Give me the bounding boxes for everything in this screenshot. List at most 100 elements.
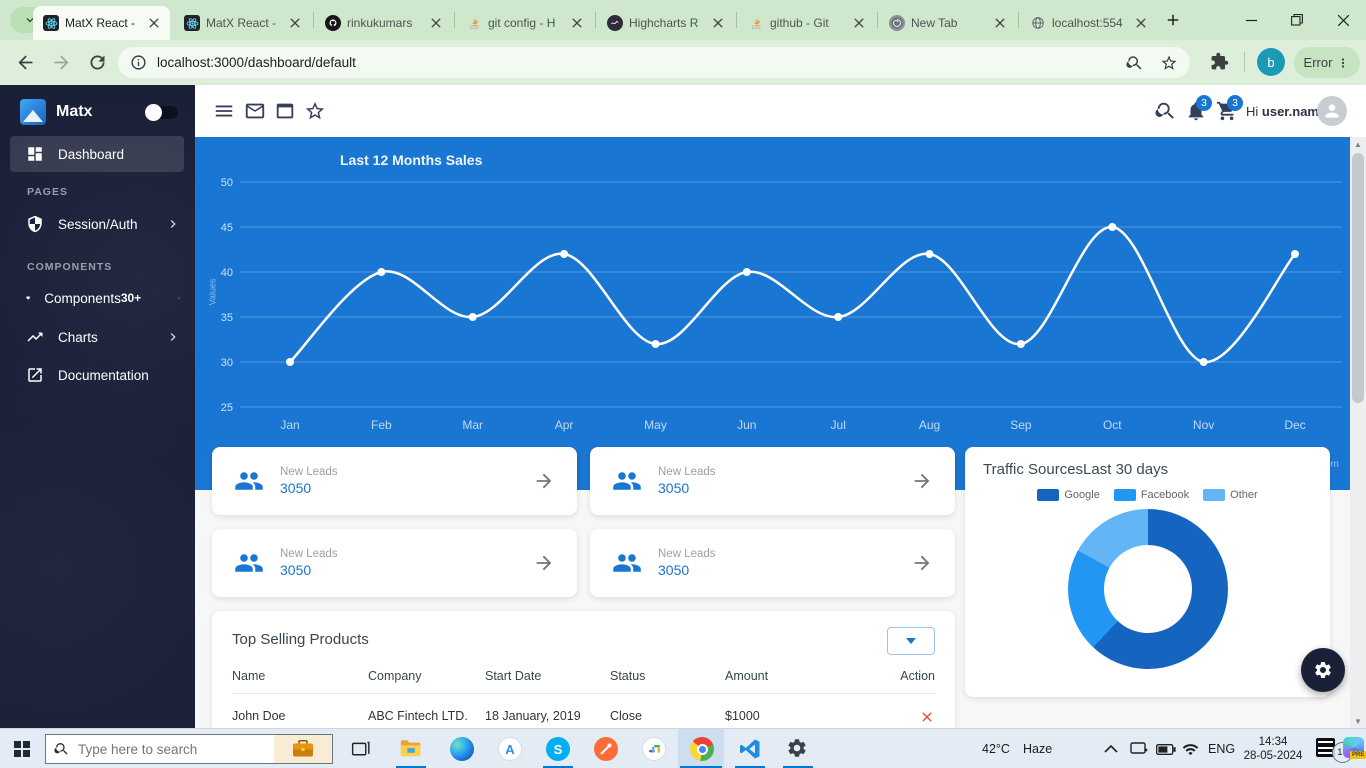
svg-text:Apr: Apr xyxy=(555,418,574,432)
browser-tab-git-config[interactable]: git config - H xyxy=(456,6,593,40)
profile-button[interactable]: Error xyxy=(1294,47,1360,78)
tray-chevron-icon[interactable] xyxy=(1104,744,1118,753)
greeting-text: Hi user.name xyxy=(1246,104,1326,119)
scrollbar-thumb[interactable] xyxy=(1352,153,1364,403)
svg-text:Feb: Feb xyxy=(371,418,392,432)
browser-tab-github-git[interactable]: github - Git xyxy=(738,6,875,40)
sidebar-item-documentation[interactable]: Documentation xyxy=(0,357,195,393)
edge-icon[interactable] xyxy=(450,737,474,761)
tab-separator xyxy=(595,12,596,28)
tab-close-icon[interactable] xyxy=(146,15,162,31)
browser-tab-matx-2[interactable]: MatX React - xyxy=(174,6,311,40)
forward-button[interactable] xyxy=(51,52,72,73)
site-info-icon[interactable] xyxy=(130,54,147,71)
browser-tab-github-profile[interactable]: rinkukumars xyxy=(315,6,452,40)
app-store-icon[interactable]: A xyxy=(498,737,522,761)
search-icon[interactable] xyxy=(1155,100,1177,122)
sidebar-item-components[interactable]: Components 30+ xyxy=(0,280,195,316)
stat-card-new-leads-4[interactable]: New Leads3050 xyxy=(590,529,955,597)
window-icon[interactable] xyxy=(274,100,296,122)
star-icon[interactable] xyxy=(304,100,326,122)
arrow-forward-icon[interactable] xyxy=(533,552,555,574)
briefcase-slot[interactable] xyxy=(274,735,332,763)
scroll-up-arrow[interactable]: ▲ xyxy=(1350,137,1366,151)
tab-close-icon[interactable] xyxy=(428,15,444,31)
highcharts-favicon xyxy=(607,15,623,31)
zoom-icon[interactable] xyxy=(1126,54,1144,72)
mail-icon[interactable] xyxy=(244,100,266,122)
stat-card-new-leads-3[interactable]: New Leads3050 xyxy=(212,529,577,597)
start-button[interactable] xyxy=(14,741,30,757)
slack-icon[interactable] xyxy=(642,737,666,761)
react-favicon xyxy=(43,15,59,31)
stat-label: New Leads xyxy=(280,548,533,560)
tab-close-icon[interactable] xyxy=(851,15,867,31)
new-tab-button[interactable] xyxy=(1164,11,1182,29)
tab-close-icon[interactable] xyxy=(710,15,726,31)
back-button[interactable] xyxy=(15,52,36,73)
taskbar-search-input[interactable] xyxy=(78,742,274,757)
arrow-forward-icon[interactable] xyxy=(911,552,933,574)
taskbar-clock[interactable]: 14:34 28-05-2024 xyxy=(1236,735,1310,763)
svg-text:50: 50 xyxy=(221,177,233,189)
y-axis-label: Values xyxy=(207,279,217,306)
minimize-button[interactable] xyxy=(1228,0,1274,40)
address-bar[interactable]: localhost:3000/dashboard/default xyxy=(118,47,1190,78)
sidebar-item-label: Session/Auth xyxy=(58,217,139,232)
tab-separator xyxy=(454,12,455,28)
battery-icon[interactable] xyxy=(1156,744,1176,755)
table-header-row: Name Company Start Date Status Amount Ac… xyxy=(232,669,935,683)
tab-close-icon[interactable] xyxy=(287,15,303,31)
screen: MatX React - MatX React - rinkukumars gi… xyxy=(0,0,1366,768)
browser-menu-icon[interactable] xyxy=(1336,56,1350,70)
scroll-down-arrow[interactable]: ▼ xyxy=(1350,714,1366,728)
svg-text:Mar: Mar xyxy=(462,418,483,432)
weather-condition-text[interactable]: Haze xyxy=(1023,742,1052,756)
restore-button[interactable] xyxy=(1274,0,1320,40)
reload-button[interactable] xyxy=(87,52,108,73)
sidebar-item-label: Charts xyxy=(58,330,139,345)
tab-close-icon[interactable] xyxy=(1133,15,1149,31)
github-favicon xyxy=(325,15,341,31)
settings-icon[interactable] xyxy=(786,737,810,761)
tab-close-icon[interactable] xyxy=(992,15,1008,31)
language-indicator[interactable]: ENG xyxy=(1208,742,1235,756)
wifi-icon[interactable] xyxy=(1182,741,1199,758)
tray-device-icon[interactable] xyxy=(1130,742,1148,756)
user-avatar[interactable] xyxy=(1317,96,1347,126)
browser-tab-highcharts[interactable]: Highcharts R xyxy=(597,6,734,40)
bookmark-icon[interactable] xyxy=(1160,54,1178,72)
arrow-forward-icon[interactable] xyxy=(533,470,555,492)
sidebar-item-dashboard[interactable]: Dashboard xyxy=(10,136,184,172)
new-tab-favicon xyxy=(889,15,905,31)
skype-icon[interactable]: S xyxy=(546,737,570,761)
taskbar-search-box[interactable] xyxy=(45,734,333,764)
menu-icon[interactable] xyxy=(213,100,235,122)
browser-tab-new-tab[interactable]: New Tab xyxy=(879,6,1016,40)
extensions-icon[interactable] xyxy=(1210,52,1229,71)
close-window-button[interactable] xyxy=(1320,0,1366,40)
sidebar-item-charts[interactable]: Charts xyxy=(0,319,195,355)
legend-swatch xyxy=(1203,489,1225,501)
task-view-icon[interactable] xyxy=(350,739,371,760)
table-filter-dropdown[interactable] xyxy=(887,627,935,655)
stat-card-new-leads-2[interactable]: New Leads3050 xyxy=(590,447,955,515)
settings-fab[interactable] xyxy=(1301,648,1345,692)
page-scrollbar[interactable]: ▲ ▼ xyxy=(1350,137,1366,728)
sidebar-toggle-switch[interactable] xyxy=(148,106,178,119)
browser-tab-localhost[interactable]: localhost:554 xyxy=(1020,6,1157,40)
postman-icon[interactable] xyxy=(594,737,618,761)
delete-row-icon[interactable] xyxy=(919,709,935,725)
browser-avatar[interactable]: b xyxy=(1257,48,1285,76)
svg-text:30: 30 xyxy=(221,357,233,369)
file-explorer-icon[interactable] xyxy=(399,737,423,761)
tab-close-icon[interactable] xyxy=(569,15,585,31)
temperature-text[interactable]: 42°C xyxy=(982,742,1010,756)
browser-tab-matx-1[interactable]: MatX React - xyxy=(33,6,170,40)
arrow-forward-icon[interactable] xyxy=(911,470,933,492)
vscode-icon[interactable] xyxy=(738,737,762,761)
chrome-icon[interactable] xyxy=(690,737,714,761)
sidebar-item-session-auth[interactable]: Session/Auth xyxy=(0,206,195,242)
stat-card-new-leads-1[interactable]: New Leads3050 xyxy=(212,447,577,515)
tab-title: localhost:554 xyxy=(1052,16,1127,30)
